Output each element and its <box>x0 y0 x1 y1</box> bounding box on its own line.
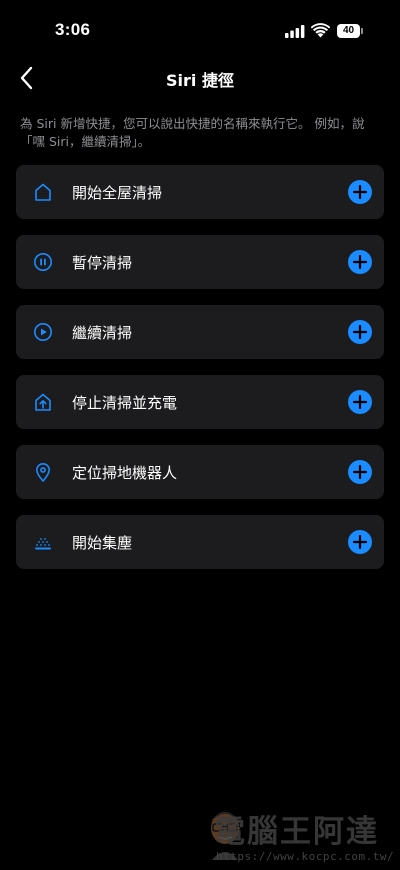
description-text: 為 Siri 新增快捷，您可以說出快捷的名稱來執行它。 例如，說「嘿 Siri，… <box>20 116 365 149</box>
wifi-icon <box>311 23 330 38</box>
add-shortcut-button[interactable] <box>348 390 372 414</box>
shortcut-item-start-dust-collect[interactable]: 開始集塵 <box>16 515 384 569</box>
status-bar: 3:06 40 <box>0 0 400 54</box>
shortcut-label: 開始全屋清掃 <box>72 184 163 202</box>
plus-icon <box>352 324 368 340</box>
shortcut-item-pause-clean[interactable]: 暫停清掃 <box>16 235 384 289</box>
shortcut-item-locate-robot[interactable]: 定位掃地機器人 <box>16 445 384 499</box>
play-circle-icon <box>34 323 52 341</box>
dust-collect-icon <box>35 538 51 550</box>
location-pin-icon <box>36 463 50 482</box>
battery-level: 40 <box>337 24 360 38</box>
plus-icon <box>352 254 368 270</box>
plus-icon <box>352 184 368 200</box>
shortcut-label: 開始集塵 <box>72 534 133 552</box>
shortcut-list: 開始全屋清掃 暫停清掃 繼續清掃 停止清掃並充電 定位掃地機器人 開始集塵 <box>16 165 384 585</box>
watermark-title: 電腦王阿達 <box>214 814 379 850</box>
home-return-icon <box>35 393 51 411</box>
watermark-url: https://www.kocpc.com.tw/ <box>216 850 395 863</box>
pause-circle-icon <box>34 253 52 271</box>
status-time: 3:06 <box>55 20 91 39</box>
shortcut-label: 定位掃地機器人 <box>72 464 178 482</box>
battery-indicator: 40 <box>337 24 363 38</box>
shortcut-item-start-full-clean[interactable]: 開始全屋清掃 <box>16 165 384 219</box>
house-icon <box>35 183 51 201</box>
shortcut-label: 繼續清掃 <box>72 324 133 342</box>
add-shortcut-button[interactable] <box>348 180 372 204</box>
shortcut-item-resume-clean[interactable]: 繼續清掃 <box>16 305 384 359</box>
page-title: Siri 捷徑 <box>166 71 234 90</box>
shortcut-label: 停止清掃並充電 <box>72 394 178 412</box>
add-shortcut-button[interactable] <box>348 460 372 484</box>
plus-icon <box>352 394 368 410</box>
plus-icon <box>352 464 368 480</box>
battery-tip <box>361 28 363 34</box>
plus-icon <box>352 534 368 550</box>
add-shortcut-button[interactable] <box>348 530 372 554</box>
shortcut-label: 暫停清掃 <box>72 254 133 272</box>
add-shortcut-button[interactable] <box>348 320 372 344</box>
watermark: 電腦王阿達 https://www.kocpc.com.tw/ <box>200 800 395 868</box>
add-shortcut-button[interactable] <box>348 250 372 274</box>
cellular-signal-icon <box>285 25 305 38</box>
shortcut-item-stop-and-charge[interactable]: 停止清掃並充電 <box>16 375 384 429</box>
